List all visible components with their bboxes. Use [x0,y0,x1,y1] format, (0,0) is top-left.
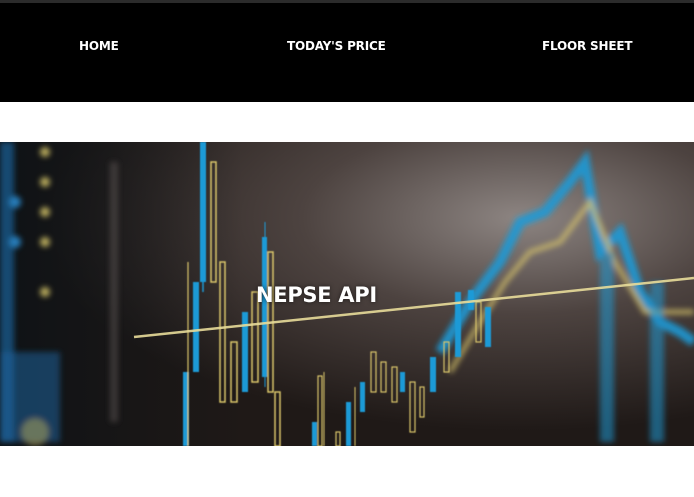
hero-banner: NEPSE API [0,142,694,446]
nav-floor-sheet-link[interactable]: FLOOR SHEET [542,39,633,53]
nav-todays-price-link[interactable]: TODAY'S PRICE [287,39,386,53]
nav-home-link[interactable]: HOME [79,39,119,53]
hero-title: NEPSE API [256,283,377,307]
top-navbar: HOME TODAY'S PRICE FLOOR SHEET [0,3,694,102]
